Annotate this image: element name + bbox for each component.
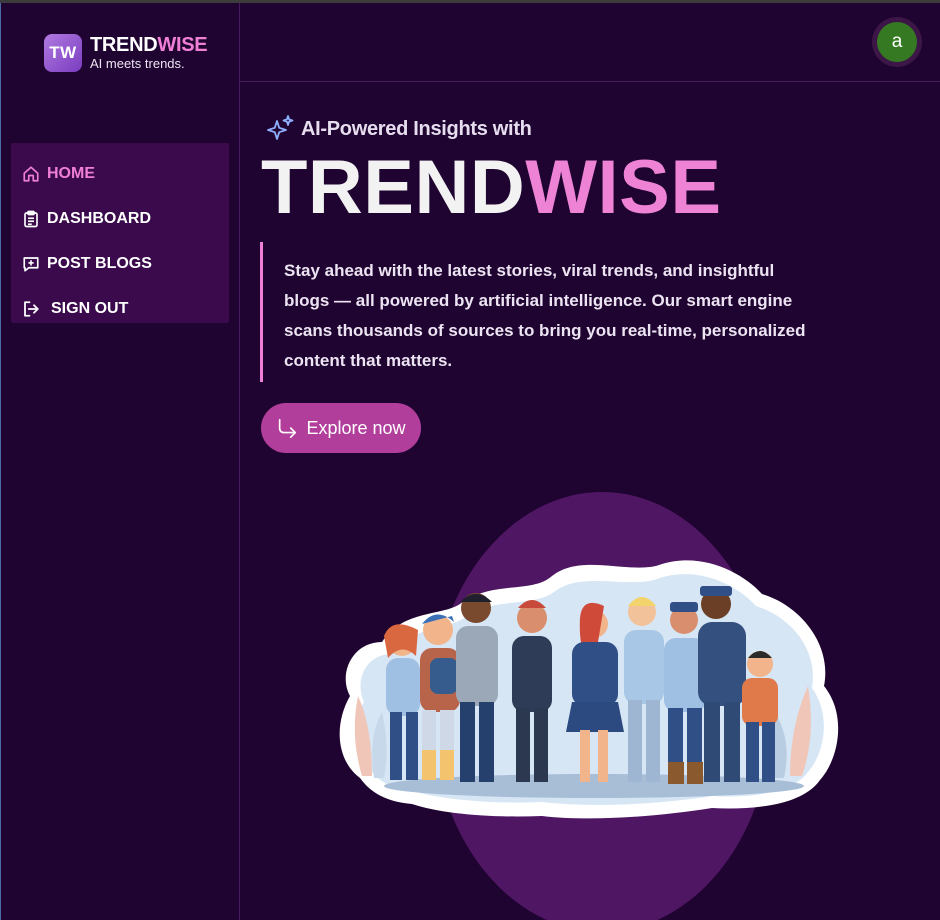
sparkles-icon bbox=[267, 115, 294, 140]
clipboard-icon bbox=[24, 210, 38, 227]
sign-out-icon bbox=[24, 300, 39, 317]
brand-text: TRENDWISE AI meets trends. bbox=[90, 34, 208, 72]
brand-tagline: AI meets trends. bbox=[90, 56, 185, 71]
sidebar-item-post-blogs[interactable]: POST BLOGS bbox=[11, 241, 229, 286]
sidebar-item-home[interactable]: HOME bbox=[11, 151, 229, 196]
message-plus-icon bbox=[23, 256, 39, 272]
hero-title: TRENDWISE bbox=[261, 146, 722, 230]
explore-now-label: Explore now bbox=[306, 417, 406, 438]
hero-title-trend: TREND bbox=[261, 145, 526, 230]
sidebar-item-label: POST BLOGS bbox=[47, 254, 152, 272]
hero-title-wise: WISE bbox=[525, 145, 722, 230]
sidebar-item-dashboard[interactable]: DASHBOARD bbox=[11, 196, 229, 241]
top-header: a bbox=[240, 3, 940, 82]
sidebar-item-sign-out[interactable]: SIGN OUT bbox=[11, 286, 229, 331]
avatar: a bbox=[877, 22, 917, 62]
arrow-turn-down-right-icon bbox=[279, 418, 297, 438]
brand-logo: TW bbox=[44, 34, 82, 72]
hero-description: Stay ahead with the latest stories, vira… bbox=[260, 242, 820, 382]
hero-kicker: AI-Powered Insights with bbox=[266, 114, 532, 144]
hero-kicker-text: AI-Powered Insights with bbox=[301, 117, 532, 140]
brand-name-trend: TREND bbox=[90, 34, 158, 56]
user-avatar-button[interactable]: a bbox=[872, 17, 922, 67]
sidebar-nav: HOME DASHBOARD POST BLOGS SIGN OUT bbox=[11, 143, 229, 323]
brand-name-wise: WISE bbox=[157, 34, 208, 56]
sidebar-item-label: HOME bbox=[47, 164, 95, 182]
sidebar: TW TRENDWISE AI meets trends. HOME DASHB… bbox=[1, 3, 240, 920]
brand-name: TRENDWISE bbox=[90, 34, 208, 56]
explore-now-button[interactable]: Explore now bbox=[261, 403, 421, 453]
brand[interactable]: TW TRENDWISE AI meets trends. bbox=[44, 34, 208, 72]
sidebar-item-label: SIGN OUT bbox=[51, 299, 129, 317]
sidebar-item-label: DASHBOARD bbox=[47, 209, 151, 227]
diverse-crowd-illustration bbox=[339, 560, 839, 819]
home-icon bbox=[23, 165, 39, 182]
